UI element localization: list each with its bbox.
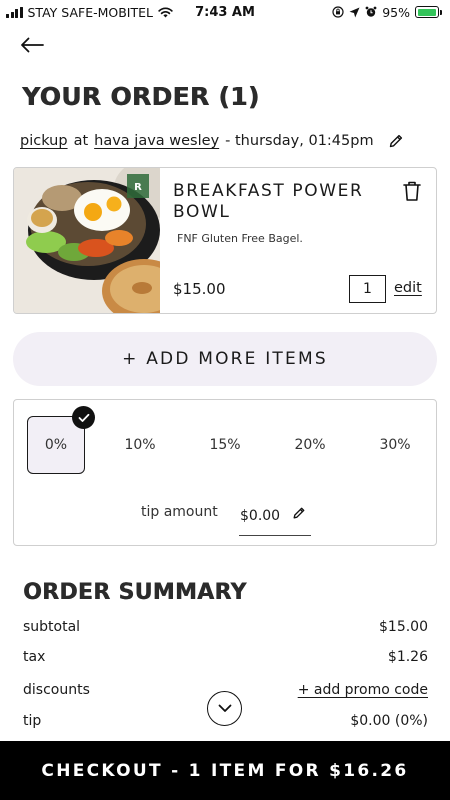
edit-item-link[interactable]: edit: [394, 280, 422, 296]
status-bar: STAY SAFE-MOBITEL 7:43 AM 95%: [0, 0, 450, 24]
tip-option-label: 30%: [379, 437, 411, 453]
tip-option-20[interactable]: 20%: [281, 416, 339, 474]
pencil-icon[interactable]: [388, 133, 404, 149]
tip-option-label: 20%: [294, 437, 326, 453]
clock: 7:43 AM: [195, 4, 255, 20]
arrow-left-icon: [21, 37, 44, 53]
delete-item-button[interactable]: [402, 180, 422, 202]
item-description: FNF Gluten Free Bagel.: [177, 232, 303, 245]
add-more-items-button[interactable]: + ADD MORE ITEMS: [13, 332, 437, 386]
tip-amount-label: tip amount: [141, 504, 218, 520]
battery-icon: [415, 6, 442, 18]
chevron-down-icon: [218, 704, 231, 712]
back-button[interactable]: [20, 34, 46, 56]
at-label: at: [73, 133, 89, 149]
checkout-button[interactable]: CHECKOUT - 1 ITEM FOR $16.26: [0, 741, 450, 800]
tip-option-30[interactable]: 30%: [366, 416, 424, 474]
pickup-mode-link[interactable]: pickup: [20, 133, 68, 149]
svg-text:R: R: [134, 182, 142, 193]
order-summary-title: ORDER SUMMARY: [23, 580, 247, 605]
trash-icon: [403, 181, 421, 201]
cellular-signal-icon: [6, 6, 23, 18]
summary-label: discounts: [23, 682, 90, 698]
alarm-icon: [365, 6, 377, 17]
schedule-text: - thursday, 01:45pm: [225, 133, 374, 149]
tip-option-label: 15%: [209, 437, 241, 453]
summary-row-tax: tax $1.26: [23, 649, 428, 665]
tip-option-label: 10%: [124, 437, 156, 453]
location-arrow-icon: [349, 7, 360, 17]
tip-option-label: 0%: [44, 437, 68, 453]
add-promo-code-link[interactable]: + add promo code: [298, 682, 428, 698]
summary-label: subtotal: [23, 619, 81, 635]
lock-rotation-icon: [332, 6, 344, 18]
breakfast-bowl-photo: R: [14, 168, 160, 313]
tip-option-15[interactable]: 15%: [196, 416, 254, 474]
summary-label: tip: [23, 713, 42, 729]
quantity-field[interactable]: 1: [349, 275, 386, 303]
pencil-icon[interactable]: [292, 506, 306, 520]
summary-row-subtotal: subtotal $15.00: [23, 619, 428, 635]
tip-selector: 0% 10% 15% 20% 30% tip amount $0.00: [13, 399, 437, 546]
checkmark-icon: [72, 406, 95, 429]
store-location-link[interactable]: hava java wesley: [94, 133, 219, 149]
item-price: $15.00: [173, 280, 226, 298]
carrier-name: STAY SAFE-MOBITEL: [27, 4, 154, 20]
page-title: YOUR ORDER (1): [22, 82, 260, 111]
summary-value: $1.26: [387, 649, 428, 665]
tip-option-0[interactable]: 0%: [27, 406, 95, 474]
order-meta: pickup at hava java wesley - thursday, 0…: [20, 133, 404, 149]
wifi-icon: [158, 6, 173, 17]
battery-percent: 95%: [382, 4, 410, 20]
tip-option-10[interactable]: 10%: [111, 416, 169, 474]
cart-item-card: R BREAKFAST POWER BOWL FNF Gluten Free B…: [13, 167, 437, 314]
item-name: BREAKFAST POWER BOWL: [173, 181, 364, 222]
tip-amount-value: $0.00: [240, 507, 281, 524]
summary-value: $15.00: [379, 619, 428, 635]
summary-label: tax: [23, 649, 46, 665]
summary-value: $0.00 (0%): [350, 713, 428, 729]
scroll-down-button[interactable]: [207, 691, 242, 726]
